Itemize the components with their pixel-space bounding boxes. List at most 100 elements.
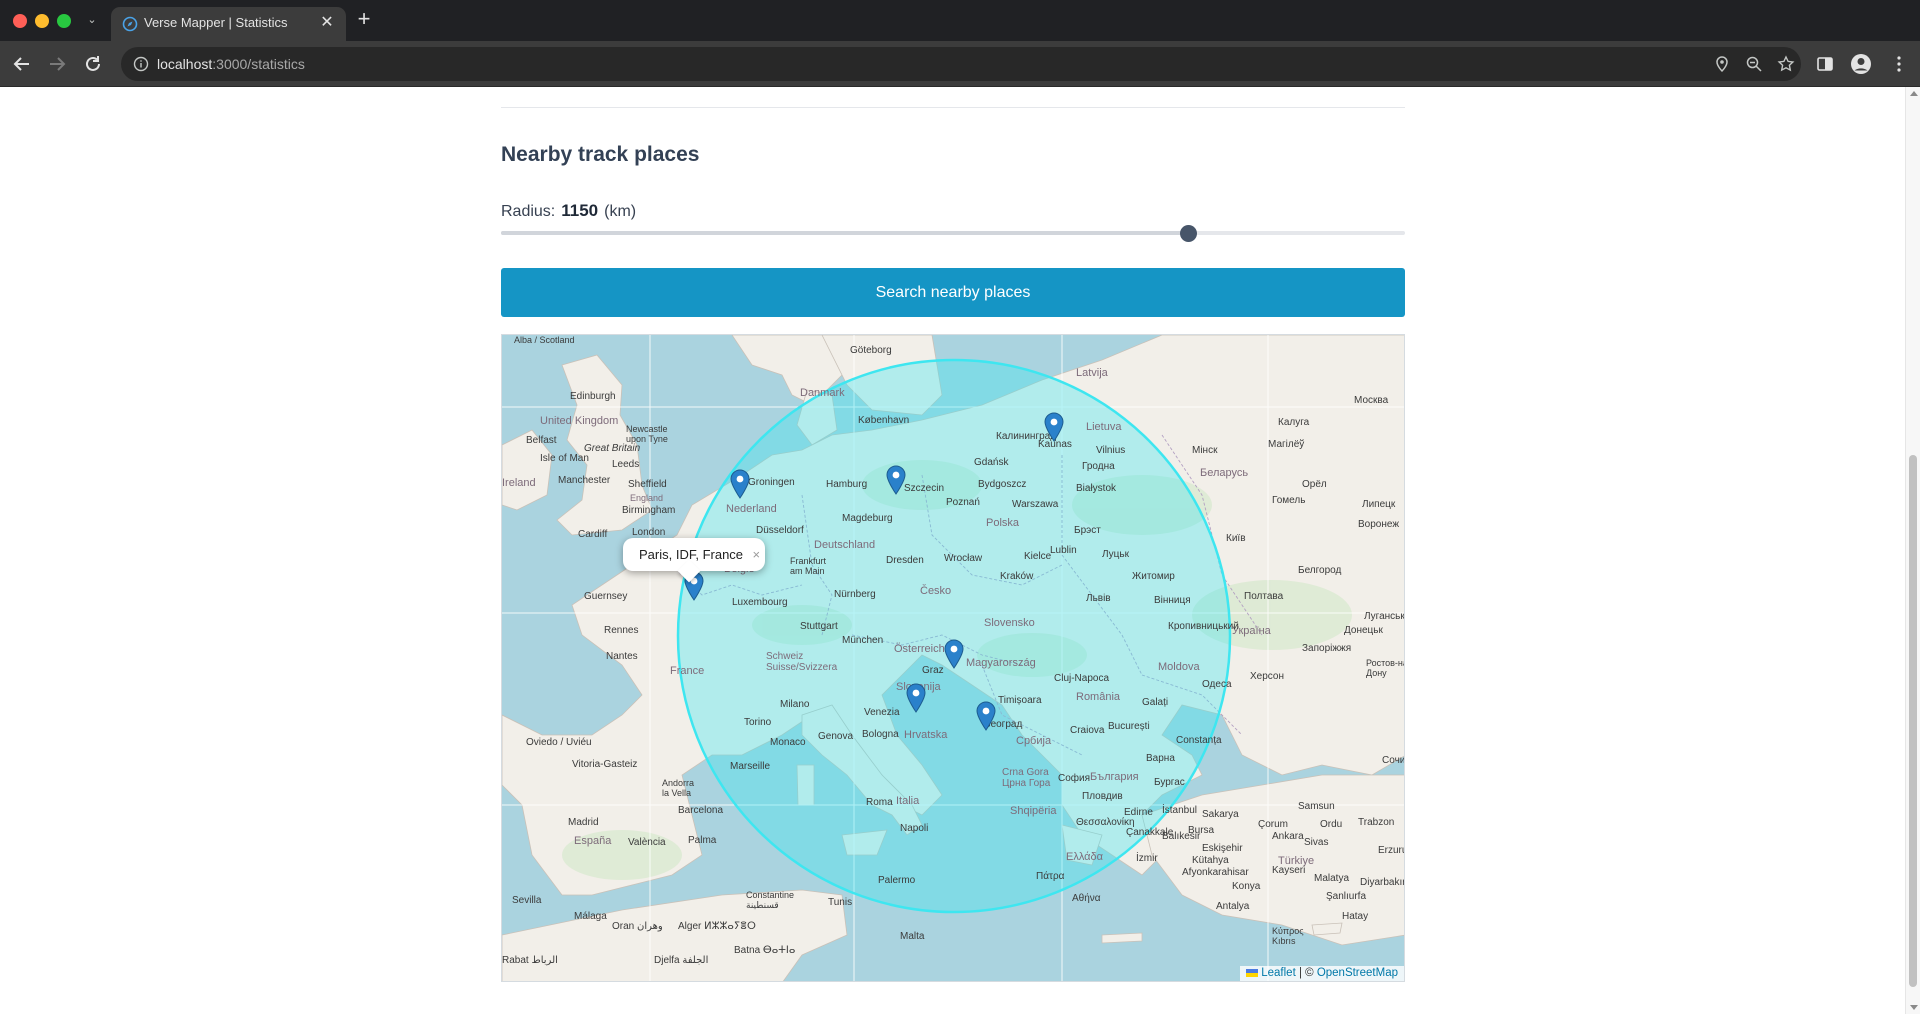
openstreetmap-link[interactable]: OpenStreetMap (1317, 967, 1398, 979)
place-marker-icon[interactable] (730, 469, 750, 499)
map-label: München (842, 635, 884, 646)
map-label: España (574, 835, 612, 847)
map-label: Venezia (864, 707, 900, 718)
map-label: Djelfa الجلفة (654, 955, 709, 966)
map-label: Kielce (1024, 551, 1052, 562)
new-tab-button[interactable]: + (354, 8, 374, 30)
map-label: Genova (818, 731, 854, 742)
leaflet-link[interactable]: Leaflet (1261, 967, 1296, 979)
map-label: Malatya (1314, 873, 1350, 884)
back-arrow-icon[interactable] (10, 52, 34, 76)
site-info-icon[interactable] (133, 56, 149, 72)
scroll-up-arrow-icon[interactable] (1910, 91, 1918, 96)
radius-label: Radius: (501, 203, 556, 220)
map-label: France (670, 665, 705, 677)
map-label: Донецьк (1344, 625, 1383, 636)
map-label: Málaga (574, 911, 607, 922)
map-label: Hatay (1342, 911, 1369, 922)
radius-label-row: Radius: 1150 (km) (501, 201, 636, 221)
map-label: Moldova (1158, 661, 1200, 673)
map-label: Київ (1226, 533, 1246, 544)
map-label: Samsun (1298, 801, 1335, 812)
map-label: Gdańsk (974, 457, 1009, 468)
maximize-window-button[interactable] (57, 14, 71, 28)
tab-close-icon[interactable]: ✕ (318, 14, 336, 32)
map-label: London (632, 527, 666, 538)
map-label: Konya (1232, 881, 1261, 892)
search-nearby-button[interactable]: Search nearby places (501, 268, 1405, 317)
map-label: Napoli (900, 823, 929, 834)
place-marker-icon[interactable] (944, 639, 964, 669)
map-label: Ελλάδα (1066, 851, 1104, 863)
popup-close-icon[interactable]: × (752, 547, 760, 562)
map-label: Stuttgart (800, 621, 838, 632)
map-label: Кропивницький (1168, 621, 1239, 632)
map-label: Italia (896, 795, 920, 807)
browser-tab-active[interactable]: Verse Mapper | Statistics ✕ (111, 7, 346, 41)
radius-slider[interactable] (501, 225, 1405, 242)
profile-avatar-icon[interactable] (1850, 53, 1872, 75)
nearby-places-map[interactable]: Alba / Scotland Edinburgh United Kingdom… (501, 334, 1405, 982)
browser-menu-icon[interactable] (1888, 53, 1910, 75)
address-bar[interactable]: localhost:3000/statistics (121, 47, 1801, 81)
map-label: Palermo (878, 875, 916, 886)
map-label: Θεσσαλονίκη (1076, 817, 1135, 828)
location-pin-icon[interactable] (1713, 55, 1731, 73)
map-label: Milano (780, 699, 810, 710)
map-label: Bologna (862, 729, 899, 740)
map-label: Magyarország (966, 657, 1036, 669)
slider-thumb[interactable] (1180, 225, 1198, 242)
place-marker-icon[interactable] (1044, 412, 1064, 442)
map-label: Rennes (604, 625, 639, 636)
zoom-icon[interactable] (1745, 55, 1763, 73)
map-label: Vitoria-Gasteiz (572, 759, 638, 770)
map-label: Birmingham (622, 505, 676, 516)
map-label: Nantes (606, 651, 638, 662)
bookmark-star-icon[interactable] (1777, 55, 1795, 73)
tab-search-chevron-icon[interactable]: ⌄ (84, 10, 100, 30)
map-label: Graz (922, 665, 944, 676)
map-label: Πάτρα (1036, 871, 1065, 882)
scrollbar-thumb[interactable] (1909, 455, 1917, 987)
map-label: Oviedo / Uviéu (526, 737, 592, 748)
map-label: Калуга (1278, 417, 1310, 428)
minimize-window-button[interactable] (35, 14, 49, 28)
browser-toolbar: localhost:3000/statistics (0, 41, 1920, 87)
map-label: Cluj-Napoca (1054, 673, 1110, 684)
map-label: Malta (900, 931, 925, 942)
place-marker-icon[interactable] (886, 465, 906, 495)
map-label: Diyarbakır (1360, 877, 1405, 888)
scroll-down-arrow-icon[interactable] (1910, 1005, 1918, 1010)
close-window-button[interactable] (13, 14, 27, 28)
map-label: Österreich (894, 643, 945, 655)
map-label: Nederland (726, 503, 777, 515)
map-label: Dresden (886, 555, 924, 566)
page-scrollbar[interactable] (1905, 87, 1920, 1014)
map-label: Düsseldorf (756, 525, 804, 536)
map-label: Sevilla (512, 895, 542, 906)
map-label: Србија (1016, 735, 1052, 747)
map-label: Nürnberg (834, 589, 876, 600)
map-label: Москва (1354, 395, 1389, 406)
map-label: Newcastle upon Tyne (626, 424, 668, 444)
map-label: Сочи (1382, 755, 1405, 766)
map-label: Sheffield (628, 479, 667, 490)
map-label: Alger ⵍⵣⵣⴰⵢⴻⵔ (678, 921, 756, 932)
map-label: Manchester (558, 475, 611, 486)
side-panel-icon[interactable] (1814, 53, 1836, 75)
tab-title: Verse Mapper | Statistics (144, 15, 288, 30)
marker-popup: Paris, IDF, France × (623, 538, 766, 583)
map-label: Erzurum (1378, 845, 1404, 856)
place-marker-icon[interactable] (976, 701, 996, 731)
map-label: Andorra la Vella (662, 778, 695, 798)
map-label: Брэст (1074, 525, 1101, 536)
map-label: Пловдив (1082, 791, 1123, 802)
map-label: Crna Gora Црна Гора (1002, 767, 1051, 789)
map-label: Guernsey (584, 591, 628, 602)
place-marker-icon[interactable] (906, 683, 926, 713)
map-label: България (1090, 771, 1139, 783)
url-text: localhost:3000/statistics (157, 56, 305, 72)
map-label: Eskişehir (1202, 843, 1243, 854)
forward-arrow-icon[interactable] (45, 52, 69, 76)
reload-icon[interactable] (81, 52, 105, 76)
